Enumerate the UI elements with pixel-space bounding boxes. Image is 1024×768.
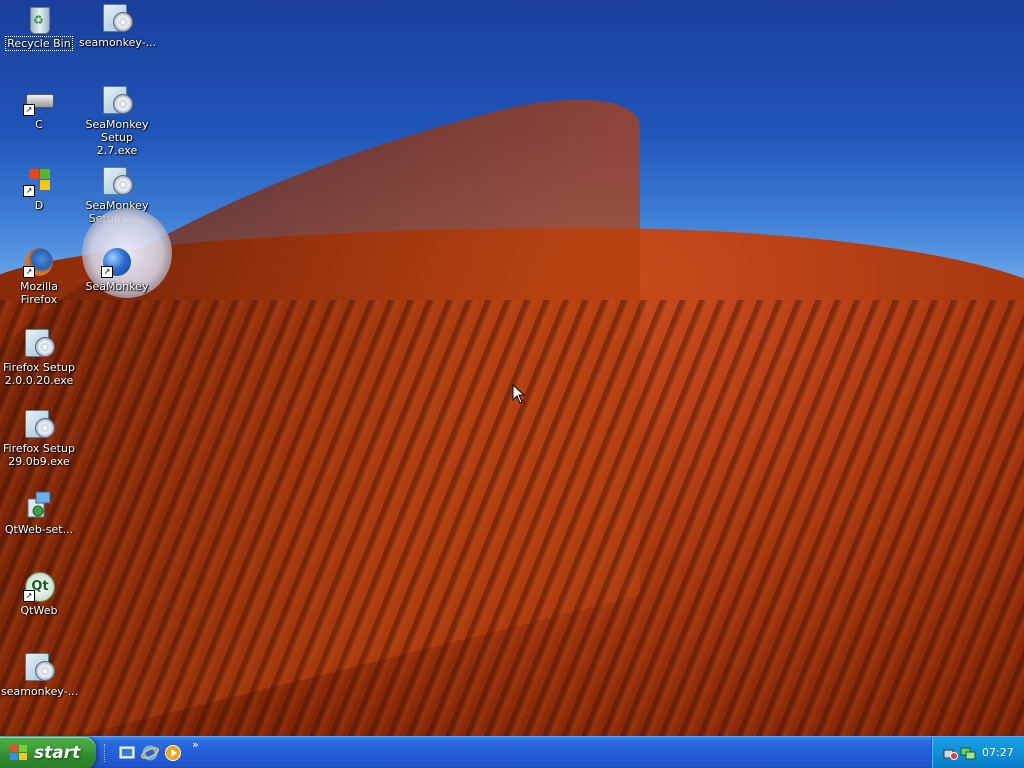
desktop-icon-firefox-setup-2[interactable]: Firefox Setup 2.0.0.20.exe: [0, 327, 78, 387]
shortcut-arrow-icon: ↗: [23, 104, 35, 116]
seamonkey-icon: ↗: [101, 246, 133, 278]
internet-explorer-icon[interactable]: [140, 744, 160, 762]
installer-icon: [101, 165, 133, 197]
mouse-cursor-icon: [512, 384, 526, 404]
desktop-icon-seamonkey[interactable]: ↗ SeaMonkey: [78, 246, 156, 293]
desktop-icon-seamonkey-installer[interactable]: seamonkey-...: [78, 2, 156, 49]
desktop-icon-mozilla-firefox[interactable]: ↗ Mozilla Firefox: [0, 246, 78, 306]
desktop-icon-c[interactable]: ↗ C: [0, 84, 78, 131]
show-desktop-icon[interactable]: [118, 744, 136, 762]
desktop-icon-label: Firefox Setup 29.0b9.exe: [3, 442, 75, 468]
installer-icon: [23, 651, 55, 683]
shortcut-arrow-icon: ↗: [23, 266, 35, 278]
start-button[interactable]: start: [0, 737, 96, 768]
safely-remove-hardware-icon[interactable]: [942, 745, 958, 761]
taskbar: start » 07:27: [0, 736, 1024, 768]
desktop-icon-seamonkey-installer-2[interactable]: seamonkey-...: [0, 651, 78, 698]
desktop-icon-label: C: [35, 118, 43, 131]
desktop-icon-label: SeaMonkey Setup 2.7.exe: [85, 118, 149, 157]
desktop-icon-label: QtWeb: [20, 604, 58, 617]
desktop-icon-label: SeaMonkey: [85, 280, 149, 293]
network-icon[interactable]: [960, 745, 976, 761]
installer-icon: [101, 84, 133, 116]
clock[interactable]: 07:27: [982, 746, 1014, 759]
desktop-icon-firefox-setup-29[interactable]: Firefox Setup 29.0b9.exe: [0, 408, 78, 468]
shortcut-arrow-icon: ↗: [23, 590, 35, 602]
installer-icon: [23, 408, 55, 440]
quick-launch-more-button[interactable]: »: [192, 738, 199, 751]
desktop[interactable]: ♻ Recycle Bin seamonkey-... ↗ C SeaMonke…: [0, 0, 1024, 736]
installer-icon: [101, 2, 133, 34]
media-player-icon[interactable]: [164, 744, 182, 762]
desktop-icon-recycle-bin[interactable]: ♻ Recycle Bin: [0, 2, 78, 51]
desktop-icon-qtweb-setup[interactable]: QtWeb-set...: [0, 489, 78, 536]
setup-icon: [23, 489, 55, 521]
desktop-icon-seamonkey-setup-27[interactable]: SeaMonkey Setup 2.7.exe: [78, 84, 156, 157]
desktop-icon-d[interactable]: ↗ D: [0, 165, 78, 212]
desktop-icon-label: Recycle Bin: [5, 36, 73, 51]
qtweb-icon: Qt ↗: [23, 570, 55, 602]
desktop-icon-qtweb[interactable]: Qt ↗ QtWeb: [0, 570, 78, 617]
toolbar-grip[interactable]: [104, 744, 108, 762]
desktop-icon-label: seamonkey-...: [79, 36, 157, 49]
drive-icon: ↗: [23, 84, 55, 116]
desktop-icon-label: seamonkey-...: [1, 685, 79, 698]
windows-logo-icon: ↗: [23, 165, 55, 197]
shortcut-arrow-icon: ↗: [23, 185, 35, 197]
firefox-icon: ↗: [23, 246, 55, 278]
desktop-icon-label: Firefox Setup 2.0.0.20.exe: [3, 361, 75, 387]
desktop-icon-label: D: [34, 199, 44, 212]
shortcut-arrow-icon: ↗: [101, 266, 113, 278]
installer-icon: [23, 327, 55, 359]
desktop-icon-label: QtWeb-set...: [4, 523, 74, 536]
windows-logo-icon: [10, 745, 30, 761]
system-tray: 07:27: [931, 737, 1024, 768]
wallpaper-sand-ripples: [0, 300, 1024, 736]
start-label: start: [34, 743, 81, 763]
desktop-icon-label: Mozilla Firefox: [20, 280, 58, 306]
recycle-bin-icon: ♻: [23, 2, 55, 34]
